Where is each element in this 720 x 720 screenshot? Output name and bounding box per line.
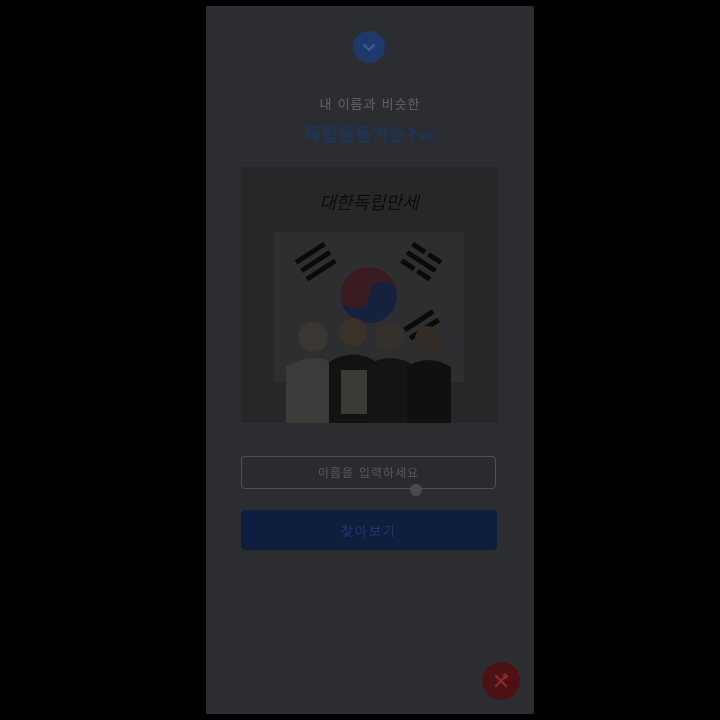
touch-indicator (410, 484, 422, 496)
chevron-down-icon (362, 43, 376, 52)
chevron-down-badge[interactable] (353, 31, 385, 63)
search-button[interactable]: 찾아보기 (241, 510, 497, 550)
main-content: 내 이름과 비슷한 독립운동가는?KR 대한독립만세 이름을 입력하세요 찾아보… (206, 6, 534, 714)
page-subtitle: 내 이름과 비슷한 (319, 98, 421, 113)
illustration-art: 대한독립만세 (274, 193, 464, 423)
tools-fab-button[interactable] (482, 662, 520, 700)
name-input[interactable] (241, 456, 496, 489)
calligraphy-text: 대한독립만세 (319, 193, 421, 214)
page-title-text: 독립운동가는? (304, 125, 418, 146)
page-title-suffix: KR (418, 131, 436, 144)
korean-flag-illustration: 대한독립만세 (241, 167, 498, 423)
page-title: 독립운동가는?KR (206, 121, 534, 147)
app-screen: 내 이름과 비슷한 독립운동가는?KR 대한독립만세 이름을 입력하세요 찾아보… (206, 6, 534, 714)
tools-icon (494, 672, 509, 688)
